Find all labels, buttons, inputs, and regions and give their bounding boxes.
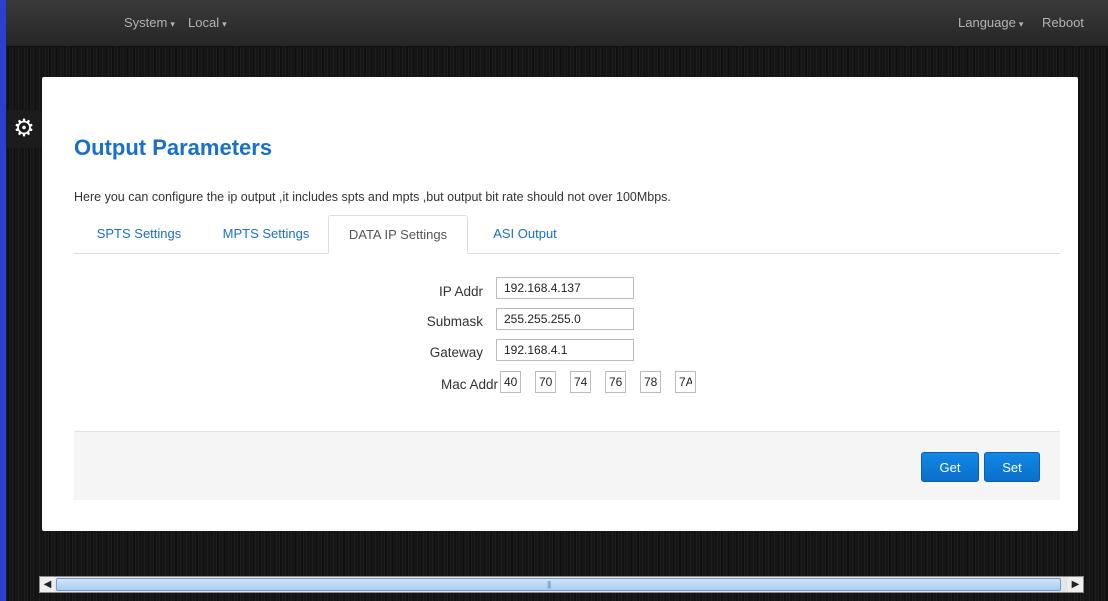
ip-addr-input[interactable] (496, 277, 634, 299)
submask-input[interactable] (496, 308, 634, 330)
tab-mpts-settings[interactable]: MPTS Settings (204, 215, 328, 253)
language-menu-label: Language (958, 15, 1016, 30)
scrollbar-thumb[interactable]: ||| (56, 578, 1061, 591)
settings-toggle-button[interactable]: ⚙ (6, 110, 42, 148)
local-menu[interactable]: Local ▾ (188, 15, 227, 30)
mac-octet-1-input[interactable] (500, 371, 521, 393)
mac-octet-4-input[interactable] (605, 371, 626, 393)
ip-addr-label: IP Addr (438, 284, 483, 299)
main-panel: Output Parameters Here you can configure… (42, 77, 1078, 531)
language-menu[interactable]: Language ▾ (958, 15, 1023, 30)
page-title: Output Parameters (74, 135, 273, 160)
form-actions-bar: Get Set (74, 431, 1060, 500)
submask-label: Submask (426, 314, 483, 329)
tab-data-ip-settings[interactable]: DATA IP Settings (328, 215, 468, 254)
right-arrow-icon[interactable]: ▶ (1068, 577, 1083, 592)
tab-bar: SPTS Settings MPTS Settings DATA IP Sett… (74, 215, 1060, 254)
system-menu-label: System (124, 15, 168, 30)
horizontal-scrollbar[interactable]: ◀ ||| ▶ (39, 576, 1084, 593)
page-description: Here you can configure the ip output ,it… (74, 190, 671, 204)
reboot-link[interactable]: Reboot (1042, 15, 1084, 30)
mac-addr-label: Mac Addr (440, 377, 498, 392)
mac-octet-3-input[interactable] (570, 371, 591, 393)
mac-octet-2-input[interactable] (535, 371, 556, 393)
chevron-down-icon: ▾ (222, 19, 227, 29)
gear-icon: ⚙ (13, 115, 35, 142)
window-edge (0, 0, 6, 601)
mac-octet-5-input[interactable] (640, 371, 661, 393)
system-menu[interactable]: System ▾ (124, 15, 175, 30)
left-arrow-icon[interactable]: ◀ (40, 577, 55, 592)
reboot-label: Reboot (1042, 15, 1084, 30)
mac-octet-6-input[interactable] (675, 371, 696, 393)
gateway-input[interactable] (496, 339, 634, 361)
set-button[interactable]: Set (984, 452, 1040, 482)
get-button[interactable]: Get (921, 452, 979, 482)
local-menu-label: Local (188, 15, 220, 30)
gateway-label: Gateway (429, 345, 483, 360)
tab-asi-output[interactable]: ASI Output (468, 215, 582, 253)
top-navbar: System ▾ Local ▾ Language ▾ Reboot (6, 0, 1108, 47)
tab-spts-settings[interactable]: SPTS Settings (74, 215, 204, 253)
grip-icon: ||| (547, 580, 551, 589)
chevron-down-icon: ▾ (170, 19, 175, 29)
chevron-down-icon: ▾ (1018, 19, 1024, 29)
